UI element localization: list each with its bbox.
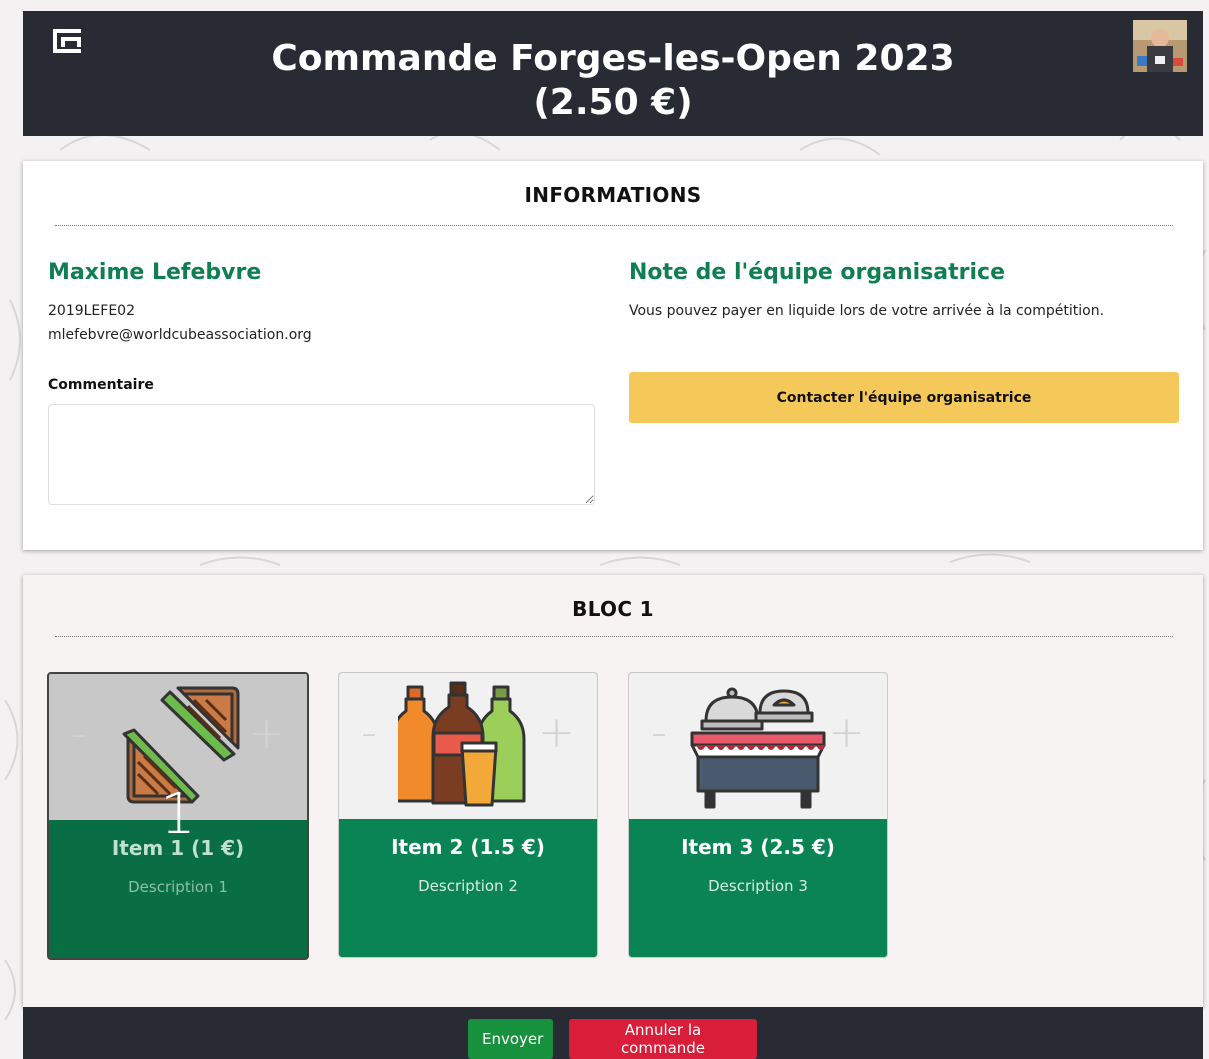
- item-card-3[interactable]: - + Item 3 (2.5 €) Description 3: [628, 672, 888, 958]
- organizer-note-title: Note de l'équipe organisatrice: [629, 260, 1005, 285]
- bloc-title: BLOC 1: [572, 597, 654, 621]
- informations-title: INFORMATIONS: [524, 183, 702, 207]
- decrease-quantity-button[interactable]: -: [361, 711, 377, 755]
- item-name: Item 2 (1.5 €): [391, 835, 545, 859]
- item-description: Description 3: [708, 877, 808, 895]
- customer-email: mlefebvre@worldcubeassociation.org: [48, 327, 312, 343]
- item-card-2[interactable]: - + Item 2 (1.5 €) Description 2: [338, 672, 598, 958]
- page-title-total: (2.50 €): [533, 82, 693, 123]
- informations-card: INFORMATIONS Maxime Lefebvre 2019LEFE02 …: [23, 161, 1203, 550]
- avatar[interactable]: [1133, 20, 1187, 72]
- item-name: Item 1 (1 €): [111, 836, 245, 860]
- item-name: Item 3 (2.5 €): [681, 835, 835, 859]
- customer-name: Maxime Lefebvre: [48, 260, 262, 285]
- decrease-quantity-button[interactable]: -: [71, 712, 87, 756]
- page-header: Commande Forges-les-Open 2023 (2.50 €): [23, 11, 1203, 136]
- page-footer: Envoyer Annuler la commande: [23, 1007, 1203, 1059]
- page-title: Commande Forges-les-Open 2023 (2.50 €): [23, 37, 1203, 125]
- item-description: Description 2: [418, 877, 518, 895]
- item-quantity: 1: [160, 782, 196, 847]
- cancel-order-button[interactable]: Annuler la commande: [569, 1019, 757, 1059]
- increase-quantity-button[interactable]: +: [248, 712, 285, 756]
- buffet-icon: [690, 687, 826, 809]
- page-title-line1: Commande Forges-les-Open 2023: [271, 38, 955, 79]
- bloc-card: BLOC 1 - + 1 Item 1 (1 €) Description 1: [23, 575, 1203, 1007]
- item-card-1[interactable]: - + 1 Item 1 (1 €) Description 1: [47, 672, 309, 960]
- item-description: Description 1: [128, 878, 228, 896]
- comment-label: Commentaire: [48, 377, 154, 393]
- comment-textarea[interactable]: [48, 404, 595, 505]
- wca-id: 2019LEFE02: [48, 303, 135, 319]
- increase-quantity-button[interactable]: +: [538, 711, 575, 755]
- increase-quantity-button[interactable]: +: [828, 711, 865, 755]
- contact-organizers-button[interactable]: Contacter l'équipe organisatrice: [629, 372, 1179, 423]
- organizer-note-text: Vous pouvez payer en liquide lors de vot…: [629, 303, 1105, 319]
- decrease-quantity-button[interactable]: -: [651, 711, 667, 755]
- section-divider: [55, 225, 1173, 226]
- send-order-button[interactable]: Envoyer: [468, 1019, 553, 1059]
- section-divider: [55, 636, 1173, 637]
- drinks-icon: [398, 681, 526, 807]
